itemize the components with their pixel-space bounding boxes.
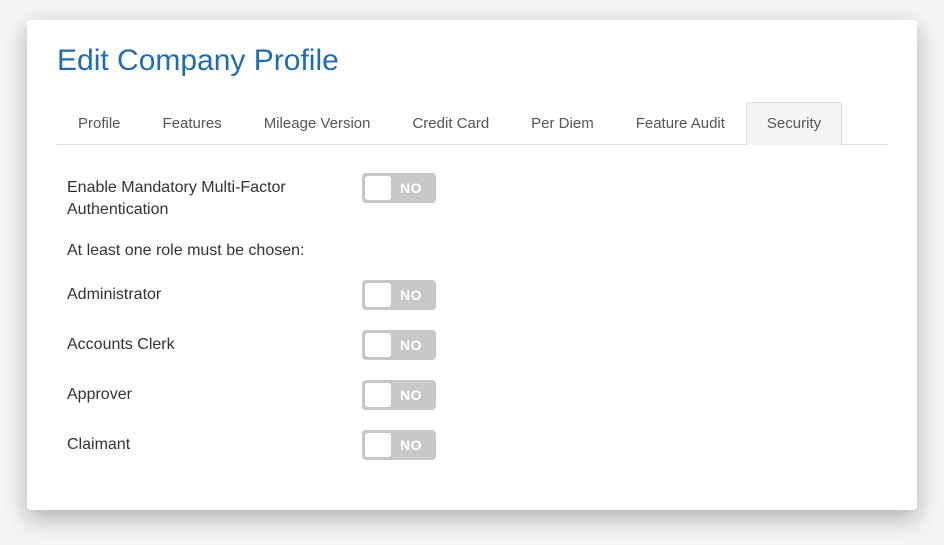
role-toggle-administrator[interactable]: NO xyxy=(362,280,436,310)
role-row-accounts-clerk: Accounts Clerk NO xyxy=(67,330,887,360)
tabs-container: Profile Features Mileage Version Credit … xyxy=(57,102,887,145)
card-container: Edit Company Profile Profile Features Mi… xyxy=(27,20,917,510)
form-section: Enable Mandatory Multi-Factor Authentica… xyxy=(57,173,887,460)
role-row-administrator: Administrator NO xyxy=(67,280,887,310)
mfa-row: Enable Mandatory Multi-Factor Authentica… xyxy=(67,173,887,222)
mfa-toggle[interactable]: NO xyxy=(362,173,436,203)
role-label-claimant: Claimant xyxy=(67,430,362,456)
mfa-label: Enable Mandatory Multi-Factor Authentica… xyxy=(67,173,362,222)
role-row-claimant: Claimant NO xyxy=(67,430,887,460)
role-toggle-accounts-clerk[interactable]: NO xyxy=(362,330,436,360)
role-toggle-text-administrator: NO xyxy=(400,287,422,303)
tab-credit-card[interactable]: Credit Card xyxy=(391,102,510,145)
tab-security[interactable]: Security xyxy=(746,102,842,145)
tab-per-diem[interactable]: Per Diem xyxy=(510,102,615,145)
mfa-toggle-text: NO xyxy=(400,180,422,196)
tab-mileage-version[interactable]: Mileage Version xyxy=(243,102,392,145)
toggle-knob xyxy=(365,176,391,200)
role-toggle-text-approver: NO xyxy=(400,387,422,403)
roles-note: At least one role must be chosen: xyxy=(67,242,887,260)
tab-profile[interactable]: Profile xyxy=(57,102,142,145)
toggle-knob xyxy=(365,383,391,407)
role-toggle-approver[interactable]: NO xyxy=(362,380,436,410)
page-title: Edit Company Profile xyxy=(57,44,887,78)
toggle-knob xyxy=(365,433,391,457)
toggle-knob xyxy=(365,333,391,357)
role-label-approver: Approver xyxy=(67,380,362,406)
tab-feature-audit[interactable]: Feature Audit xyxy=(615,102,746,145)
role-label-accounts-clerk: Accounts Clerk xyxy=(67,330,362,356)
role-toggle-text-claimant: NO xyxy=(400,437,422,453)
role-toggle-claimant[interactable]: NO xyxy=(362,430,436,460)
tab-features[interactable]: Features xyxy=(142,102,243,145)
role-toggle-text-accounts-clerk: NO xyxy=(400,337,422,353)
role-row-approver: Approver NO xyxy=(67,380,887,410)
toggle-knob xyxy=(365,283,391,307)
role-label-administrator: Administrator xyxy=(67,280,362,306)
